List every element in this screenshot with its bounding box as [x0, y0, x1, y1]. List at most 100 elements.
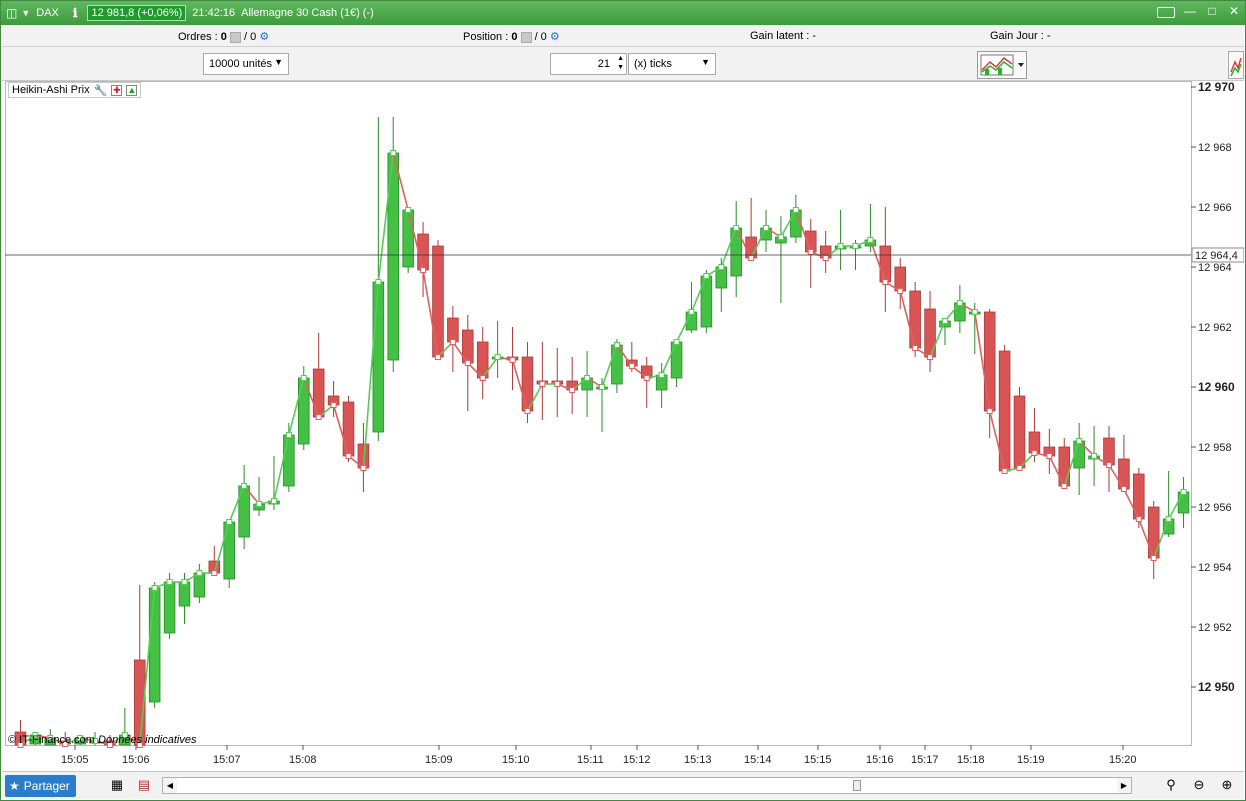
scroll-thumb[interactable] — [853, 780, 861, 791]
ticks-unit: (x) ticks — [634, 58, 672, 70]
close-marker — [897, 288, 904, 294]
horizontal-scrollbar[interactable]: ◀ ▶ — [162, 777, 1132, 794]
ticks-stepper[interactable]: 21 ▲ ▼ — [550, 53, 627, 75]
close-marker — [300, 375, 307, 381]
close-marker — [599, 384, 605, 390]
close-marker — [151, 585, 158, 591]
position-value: 0 — [511, 31, 518, 43]
x-tick-label: 15:15 — [804, 754, 832, 766]
close-marker — [420, 267, 427, 273]
close-marker — [584, 375, 591, 381]
y-tick-label: 12 952 — [1198, 622, 1232, 634]
candle-body — [1118, 458, 1130, 490]
order-toolbar: 10000 unités ▼ 21 ▲ ▼ (x) ticks ▼ — [2, 47, 1244, 81]
chart-type-icon — [980, 54, 1024, 76]
indicator-label[interactable]: Heikin-Ashi Prix 🔧 ✚ ▲ — [8, 82, 142, 98]
chevron-down-icon[interactable]: ▼ — [21, 8, 30, 18]
close-marker — [1001, 468, 1008, 474]
close-marker — [270, 498, 277, 504]
y-tick-label: 12 966 — [1198, 202, 1232, 214]
close-marker — [643, 375, 650, 381]
copyright-notice: © IT-Finance.com Données indicatives — [8, 734, 196, 746]
drawing-tools-icon[interactable] — [1228, 51, 1244, 79]
keyboard-icon[interactable] — [1157, 7, 1175, 18]
plot-area — [5, 81, 1192, 746]
scroll-right-icon[interactable]: ▶ — [1117, 778, 1131, 793]
candle-body — [447, 317, 459, 343]
x-tick-label: 15:14 — [744, 754, 772, 766]
x-tick-label: 15:13 — [684, 754, 712, 766]
instrument-name[interactable]: DAX — [36, 7, 59, 19]
chevron-down-icon[interactable]: ▼ — [274, 57, 283, 67]
x-tick-label: 15:07 — [213, 754, 241, 766]
close-marker — [524, 408, 531, 414]
close-marker — [792, 207, 799, 213]
y-tick-label: 12 956 — [1198, 502, 1232, 514]
price-chart[interactable]: 12 970 12 968 12 966 12 964 12 962 12 960 12 9… — [5, 81, 1244, 771]
close-marker — [688, 309, 695, 315]
info-icon[interactable]: ℹ — [73, 6, 78, 20]
zoom-out-icon[interactable]: ⊖ — [1191, 777, 1207, 793]
candle-body — [983, 311, 996, 412]
share-button[interactable]: ★ Partager — [5, 775, 76, 797]
maximize-icon[interactable]: □ — [1205, 4, 1219, 18]
candlestick-chart[interactable]: 12 970 12 968 12 966 12 964 12 962 12 960 12 9… — [5, 81, 1244, 771]
zoom-in-icon[interactable]: ⊕ — [1219, 777, 1235, 793]
copyright-text: © IT-Finance.com — [8, 734, 95, 746]
copyright-note: Données indicatives — [98, 734, 197, 746]
chevron-down-icon[interactable]: ▼ — [701, 57, 710, 67]
orders-detail-icon[interactable] — [229, 31, 241, 43]
zoom-reset-icon[interactable]: ⚲ — [1163, 777, 1179, 793]
order-info-bar: Ordres : 0 / 0 ⚙ Position : 0 / 0 ⚙ Gain… — [2, 25, 1244, 47]
instrument-description: Allemagne 30 Cash (1€) (-) — [241, 7, 374, 19]
x-tick-label: 15:18 — [957, 754, 985, 766]
close-marker — [882, 279, 889, 285]
close-marker — [449, 339, 456, 345]
layout-icon[interactable]: ▤ — [136, 777, 152, 793]
close-marker — [509, 357, 516, 363]
wrench-icon[interactable]: 🔧 — [94, 84, 108, 97]
scroll-left-icon[interactable]: ◀ — [163, 778, 177, 793]
gear-icon[interactable]: ⚙ — [259, 31, 269, 43]
table-icon[interactable]: ▦ — [109, 777, 125, 793]
close-marker — [748, 255, 755, 261]
close-marker — [360, 465, 367, 471]
ticks-unit-select[interactable]: (x) ticks ▼ — [628, 53, 716, 75]
x-tick-label: 15:12 — [623, 754, 651, 766]
position-detail-icon[interactable] — [520, 31, 532, 43]
close-marker — [1046, 453, 1053, 459]
move-up-icon[interactable]: ▲ — [126, 84, 138, 96]
stepper-arrows-icon[interactable]: ▲ ▼ — [617, 54, 624, 72]
close-marker — [554, 381, 561, 387]
x-tick-label: 15:09 — [425, 754, 453, 766]
close-marker — [763, 225, 770, 231]
title-bar: ◫ ▼ DAX ℹ 12 981,8 (+0,06%) 21:42:16 All… — [1, 1, 1245, 25]
close-marker — [285, 432, 292, 438]
y-tick-label: 12 968 — [1198, 142, 1232, 154]
quantity-select[interactable]: 10000 unités ▼ — [203, 53, 289, 75]
close-marker — [703, 273, 710, 279]
close-marker — [494, 354, 501, 360]
window-menu-icon[interactable]: ◫ — [6, 6, 17, 20]
candle-body — [1028, 431, 1041, 454]
close-marker — [777, 234, 784, 240]
gear-icon[interactable]: ⚙ — [550, 31, 560, 43]
x-tick-label: 15:08 — [289, 754, 317, 766]
candle-body — [372, 281, 385, 433]
close-marker — [569, 387, 576, 393]
minimize-icon[interactable]: — — [1183, 4, 1197, 18]
y-tick-label: 12 962 — [1198, 322, 1232, 334]
close-marker — [673, 339, 680, 345]
y-tick-label: 12 964 — [1198, 262, 1232, 274]
close-marker — [941, 318, 948, 324]
candle-body — [312, 368, 325, 418]
close-marker — [434, 354, 441, 360]
x-tick-label: 15:10 — [502, 754, 530, 766]
remove-indicator-icon[interactable]: ✚ — [111, 84, 123, 96]
candle-body — [894, 266, 906, 292]
close-icon[interactable]: ✕ — [1227, 4, 1241, 18]
candle-body — [1013, 395, 1026, 469]
chart-type-button[interactable] — [977, 51, 1027, 79]
close-marker — [718, 264, 725, 270]
close-marker — [330, 402, 337, 408]
